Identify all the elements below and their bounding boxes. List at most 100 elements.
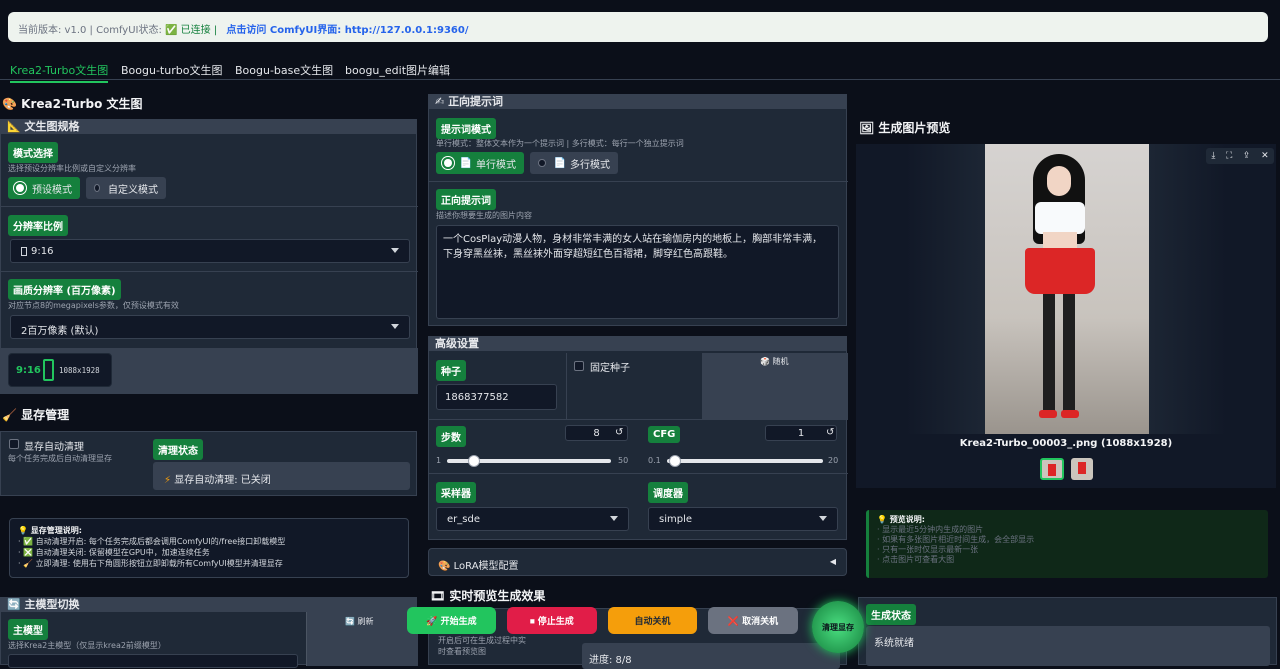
- cancel-shutdown-button[interactable]: ❌ 取消关机: [708, 607, 798, 634]
- sampler-select[interactable]: er_sde: [436, 507, 629, 531]
- memory-title: 🧹 显存管理: [2, 408, 70, 422]
- preview-tips: 💡 预览说明: · 显示最近5分钟内生成的图片 · 如果有多张图片相近时间生成，…: [866, 510, 1268, 578]
- image-caption: Krea2-Turbo_00003_.png (1088x1928): [959, 438, 1173, 449]
- mode-preset-radio[interactable]: 预设模式: [8, 177, 80, 199]
- radio-dot-icon: [538, 159, 546, 167]
- image-preview-panel: ⤓ ⛶ ⇪ ✕ Krea2-Turbo_00003_.png (1088x1928): [856, 144, 1276, 488]
- divider: [566, 353, 567, 419]
- figure-face: [1047, 166, 1071, 196]
- advanced-panel: 高级设置 种子 1868377582 固定种子 🎲 随机 步数 8 ↺ 1 50…: [428, 336, 848, 540]
- stop-generate-button[interactable]: ⏹ 停止生成: [507, 607, 597, 634]
- clear-vram-button[interactable]: 清理显存: [812, 601, 864, 653]
- share-icon[interactable]: ⇪: [1243, 151, 1251, 161]
- lora-accordion[interactable]: 🎨 LoRA模型配置 ◀: [428, 548, 847, 576]
- info-line: · ❎ 自动清理关闭: 保留模型在GPU中，加速连续任务: [18, 548, 210, 557]
- fixed-seed-label: 固定种子: [590, 363, 630, 374]
- close-icon[interactable]: ✕: [1261, 151, 1269, 161]
- switch-icon: 🔄: [7, 598, 21, 611]
- chevron-down-icon: [391, 248, 399, 253]
- film-icon: 🎞: [430, 589, 446, 603]
- progress-text: 进度: 8/8: [589, 655, 632, 666]
- random-seed-button[interactable]: 🎲 随机: [760, 356, 789, 367]
- collapse-arrow-icon[interactable]: ◀: [830, 557, 836, 566]
- info-line: 💡 显存管理说明:: [18, 526, 82, 535]
- clean-state-value: ⚡ 显存自动清理: 已关闭: [153, 462, 410, 490]
- tab-boogu-turbo[interactable]: Boogu-turbo文生图: [121, 62, 222, 78]
- tab-boogu-base[interactable]: Boogu-base文生图: [235, 62, 333, 78]
- positive-prompt-textarea[interactable]: 一个CosPlay动漫人物，身材非常丰满的女人站在瑜伽房内的地板上，胸部非常丰满…: [436, 225, 839, 319]
- status-label: 生成状态: [866, 604, 916, 625]
- palette-icon: 🎨: [2, 97, 17, 111]
- fixed-seed-checkbox[interactable]: [574, 361, 584, 371]
- figure-shoe: [1061, 410, 1079, 418]
- thumbnail[interactable]: [1040, 458, 1064, 480]
- cfg-slider-thumb[interactable]: [669, 455, 681, 467]
- quality-select[interactable]: 2百万像素 (默认): [10, 315, 410, 339]
- document-icon: 📄: [459, 157, 472, 169]
- prompt-mode-label: 提示词模式: [436, 118, 496, 139]
- auto-clean-checkbox[interactable]: [9, 439, 19, 449]
- memory-panel: 显存自动清理 每个任务完成后自动清理显存 清理状态 ⚡ 显存自动清理: 已关闭: [0, 431, 417, 496]
- fullscreen-icon[interactable]: ⛶: [1226, 151, 1232, 161]
- multi-mode-radio[interactable]: 📄 多行模式: [530, 152, 618, 174]
- palette-icon: 🎨: [438, 561, 451, 572]
- cfg-max: 20: [828, 456, 839, 465]
- steps-min: 1: [436, 456, 442, 465]
- model-select[interactable]: [8, 654, 298, 668]
- spec-title: 📐 文生图规格: [1, 120, 416, 134]
- connection-status: ✅ 已连接 |: [165, 25, 218, 36]
- refresh-area: 🔄 刷新: [306, 612, 418, 666]
- mode-custom-radio[interactable]: 自定义模式: [86, 177, 166, 199]
- chevron-down-icon: [610, 516, 618, 521]
- start-generate-button[interactable]: 🚀 开始生成: [407, 607, 496, 634]
- auto-shutdown-button[interactable]: 自动关机: [608, 607, 697, 634]
- steps-slider-thumb[interactable]: [468, 455, 480, 467]
- preview-ratio: 9:16: [16, 365, 41, 376]
- download-icon[interactable]: ⤓: [1211, 151, 1215, 161]
- live-preview-hint: 开启后可在生成过程中实时查看预览图: [438, 636, 526, 656]
- figure-leg: [1043, 294, 1055, 412]
- scheduler-select[interactable]: simple: [648, 507, 838, 531]
- scheduler-label: 调度器: [648, 482, 688, 503]
- tab-boogu-edit[interactable]: boogu_edit图片编辑: [345, 62, 450, 78]
- figure-shirt: [1035, 202, 1085, 234]
- prompt-title: ✍ 正向提示词: [429, 95, 846, 109]
- random-seed-area: 🎲 随机: [702, 353, 848, 419]
- single-mode-radio[interactable]: 📄 单行模式: [436, 152, 524, 174]
- tip-line: · 只有一张时仅显示最新一张: [877, 545, 979, 554]
- seed-input[interactable]: 1868377582: [436, 384, 557, 410]
- divider: [1, 271, 418, 272]
- status-value: 系统就绪: [866, 626, 1270, 666]
- image-toolbar: ⤓ ⛶ ⇪ ✕: [1206, 148, 1274, 164]
- broom-icon: 🧹: [2, 408, 17, 422]
- model-hint: 选择Krea2主模型（仅显示krea2前缀模型）: [8, 641, 166, 650]
- prompt-panel: ✍ 正向提示词 提示词模式 单行模式：整体文本作为一个提示词 | 多行模式：每行…: [428, 94, 848, 326]
- ratio-select[interactable]: 9:16: [10, 239, 410, 263]
- radio-dot-icon: [444, 159, 452, 167]
- steps-max: 50: [618, 456, 629, 465]
- generated-image[interactable]: [985, 144, 1149, 434]
- divider: [1, 206, 418, 207]
- chevron-down-icon: [819, 516, 827, 521]
- reset-icon[interactable]: ↺: [615, 427, 623, 438]
- thumbnail[interactable]: [1071, 458, 1093, 480]
- portrait-icon: [21, 246, 27, 256]
- lora-title: 🎨 LoRA模型配置: [438, 561, 519, 572]
- preview-size: 1088x1928: [59, 366, 100, 375]
- reset-icon[interactable]: ↺: [826, 427, 834, 438]
- page-title: 🎨 Krea2-Turbo 文生图: [2, 97, 143, 111]
- refresh-button[interactable]: 🔄 刷新: [345, 616, 374, 627]
- positive-prompt-label: 正向提示词: [436, 189, 496, 210]
- info-line: · ✅ 自动清理开启: 每个任务完成后都会调用ComfyUI的/free接口卸载…: [18, 537, 286, 546]
- tab-krea2-turbo[interactable]: Krea2-Turbo文生图: [10, 62, 109, 83]
- prompt-mode-hint: 单行模式：整体文本作为一个提示词 | 多行模式：每行一个独立提示词: [436, 139, 684, 148]
- tip-line: · 显示最近5分钟内生成的图片: [877, 525, 984, 534]
- radio-dot-icon: [16, 184, 24, 192]
- live-preview-title: 🎞 实时预览生成效果: [430, 589, 546, 603]
- ratio-label: 分辨率比例: [8, 215, 68, 236]
- document-icon: 📄: [553, 157, 566, 169]
- comfyui-link[interactable]: 点击访问 ComfyUI界面: http://127.0.0.1:9360/: [226, 25, 468, 36]
- quality-label: 画质分辨率 (百万像素): [8, 279, 121, 300]
- steps-label: 步数: [436, 426, 466, 447]
- cfg-slider-track[interactable]: [667, 459, 823, 463]
